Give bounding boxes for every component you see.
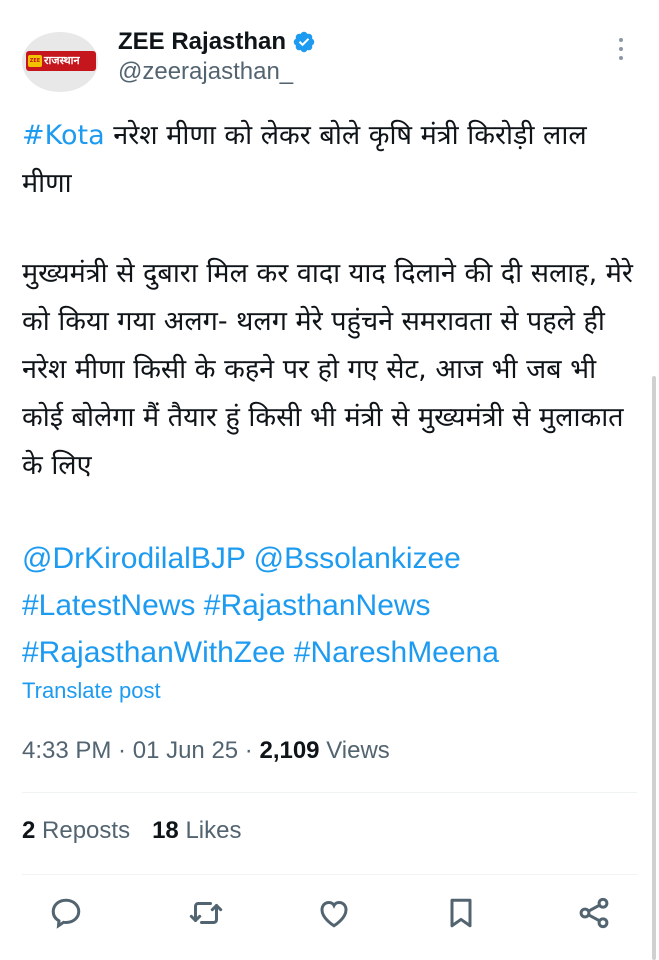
hashtag-kota[interactable]: #Kota <box>22 120 105 151</box>
post-text-headline: #Kota नरेश मीणा को लेकर बोले कृषि मंत्री… <box>22 112 634 208</box>
likes-count: 18 <box>152 817 179 844</box>
avatar[interactable]: ZEE राजस्थान <box>22 32 98 92</box>
post-time[interactable]: 4:33 PM <box>22 737 111 764</box>
likes-label: Likes <box>178 817 242 844</box>
reposts-label: Reposts <box>35 817 131 844</box>
hashtags-line-1[interactable]: #LatestNews #RajasthanNews <box>22 582 637 629</box>
post-header: ZEE राजस्थान ZEE Rajasthan @zeerajasthan… <box>22 24 637 92</box>
reply-icon[interactable] <box>48 895 84 931</box>
heart-icon[interactable] <box>316 895 352 931</box>
repost-icon[interactable] <box>188 895 224 931</box>
name-row: ZEE Rajasthan <box>118 26 316 58</box>
headline-text: नरेश मीणा को लेकर बोले कृषि मंत्री किरोड… <box>22 120 587 199</box>
reposts-stat[interactable]: 2 Reposts <box>22 817 130 844</box>
action-bar <box>0 895 659 945</box>
more-options-icon[interactable] <box>616 38 626 68</box>
meta-separator: · <box>111 737 133 764</box>
zee-logo-mark: ZEE <box>28 55 42 67</box>
divider <box>22 874 637 875</box>
views-count: 2,109 <box>259 737 320 764</box>
verified-badge-icon <box>293 31 315 53</box>
translate-post-link[interactable]: Translate post <box>22 678 161 704</box>
mentions-line[interactable]: @DrKirodilalBJP @Bssolankizee <box>22 535 637 582</box>
zee-rajasthan-logo: ZEE राजस्थान <box>26 51 96 71</box>
bookmark-icon[interactable] <box>443 895 479 931</box>
post-meta: 4:33 PM · 01 Jun 25 · 2,109 Views <box>22 737 390 765</box>
hashtags-line-2[interactable]: #RajasthanWithZee #NareshMeena <box>22 629 637 676</box>
account-handle[interactable]: @zeerajasthan_ <box>118 58 293 86</box>
post-mentions-hashtags: @DrKirodilalBJP @Bssolankizee #LatestNew… <box>22 535 637 676</box>
scrollbar[interactable] <box>652 376 656 960</box>
share-icon[interactable] <box>576 895 612 931</box>
post-stats: 2 Reposts 18 Likes <box>22 817 241 845</box>
avatar-logo-text: राजस्थान <box>44 54 80 67</box>
divider <box>22 792 637 793</box>
meta-separator: · <box>238 737 260 764</box>
reposts-count: 2 <box>22 817 36 844</box>
views-label: Views <box>319 737 390 764</box>
post-date[interactable]: 01 Jun 25 <box>133 737 238 764</box>
likes-stat[interactable]: 18 Likes <box>152 817 241 844</box>
post-text-body: मुख्यमंत्री से दुबारा मिल कर वादा याद दि… <box>22 258 633 481</box>
display-name[interactable]: ZEE Rajasthan <box>118 28 286 56</box>
